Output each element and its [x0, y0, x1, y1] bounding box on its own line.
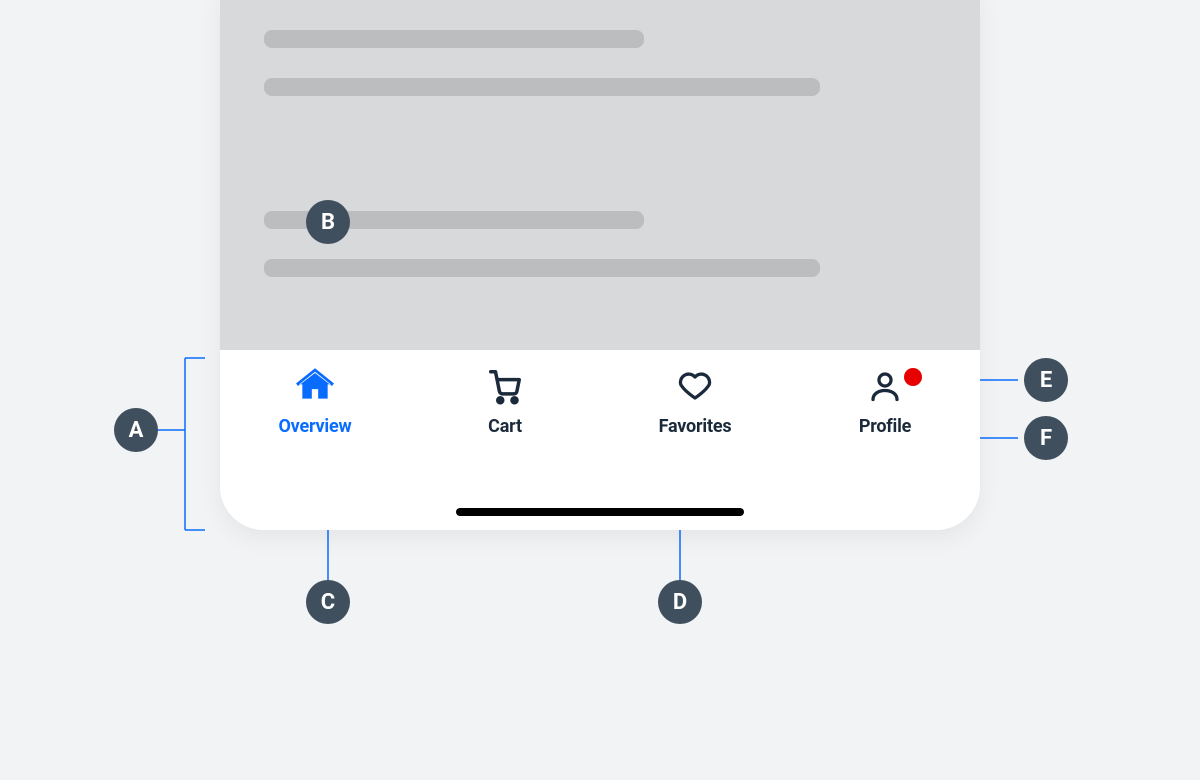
- skeleton-line: [264, 78, 820, 96]
- skeleton-line: [264, 30, 644, 48]
- callout-label: E: [1040, 368, 1052, 393]
- heart-icon: [675, 366, 715, 406]
- home-icon: [295, 366, 335, 406]
- device-frame: Overview Cart Favorite: [220, 0, 980, 530]
- callout-label: A: [129, 418, 144, 443]
- tab-label: Favorites: [659, 416, 732, 437]
- callout-label: D: [673, 590, 687, 615]
- callout-a: A: [114, 408, 158, 452]
- tab-label: Profile: [859, 416, 911, 437]
- person-icon: [865, 366, 905, 406]
- home-indicator: [456, 508, 744, 516]
- tab-label: Overview: [278, 416, 351, 437]
- skeleton-line: [264, 259, 820, 277]
- tab-cart[interactable]: Cart: [410, 366, 600, 437]
- notification-badge: [904, 368, 922, 386]
- callout-f: F: [1024, 416, 1068, 460]
- tab-label: Cart: [488, 416, 522, 437]
- callout-label: B: [321, 210, 335, 235]
- cart-icon: [485, 366, 525, 406]
- tab-profile[interactable]: Profile: [790, 366, 980, 437]
- callout-label: C: [321, 590, 335, 615]
- content-placeholder-area: [220, 0, 980, 350]
- tab-bar: Overview Cart Favorite: [220, 350, 980, 530]
- tab-overview[interactable]: Overview: [220, 366, 410, 437]
- callout-b: B: [306, 200, 350, 244]
- callout-label: F: [1040, 426, 1052, 451]
- callout-d: D: [658, 580, 702, 624]
- callout-c: C: [306, 580, 350, 624]
- tab-favorites[interactable]: Favorites: [600, 366, 790, 437]
- callout-e: E: [1024, 358, 1068, 402]
